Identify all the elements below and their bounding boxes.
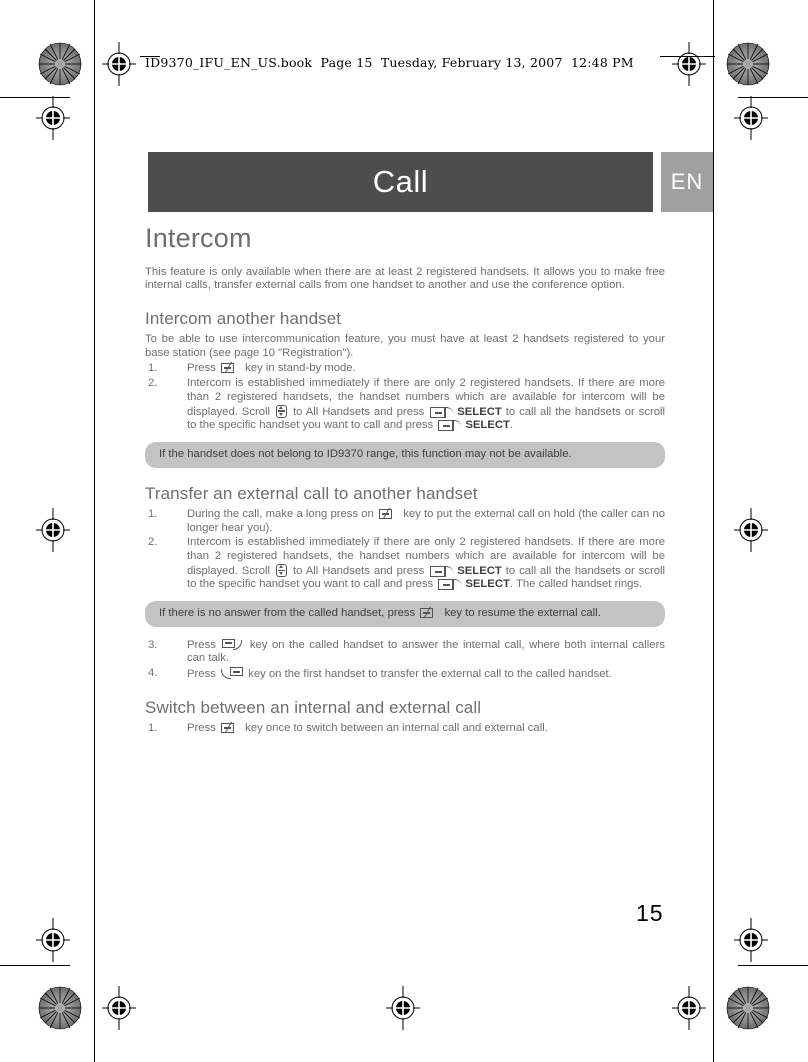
step-number: 4.: [148, 667, 158, 680]
page-number: 15: [636, 900, 664, 926]
step-number: 2.: [148, 377, 158, 390]
chapter-title-bar: Call: [148, 152, 653, 212]
list-item: 1. Press key in stand-by mode.: [145, 362, 665, 376]
sub1-step-list: 1. Press key in stand-by mode. 2. Intercom…: [145, 362, 665, 433]
talk-key-icon: [221, 721, 240, 734]
softkey-icon: [430, 406, 455, 418]
step-number: 1.: [148, 362, 158, 375]
softkey-label: SELECT: [457, 405, 502, 418]
talk-key-icon: [221, 362, 240, 375]
crop-rule-header-right: [660, 56, 715, 57]
step-number: 1.: [148, 722, 158, 735]
list-item: 1. During the call, make a long press on …: [145, 507, 665, 535]
talk-key-icon: [379, 507, 398, 520]
list-item: 4. Press key on the first handset to tran…: [145, 667, 665, 682]
transfer-key-icon: [221, 667, 244, 680]
sub2-step-list-continued: 3. Press key on the called handset to ans…: [145, 638, 665, 682]
step-text-a: Press: [187, 638, 216, 651]
scroll-key-icon: [276, 563, 288, 577]
sub2-step-list: 1. During the call, make a long press on …: [145, 507, 665, 592]
crop-rule-left-lower: [0, 965, 70, 966]
softkey-icon: [430, 565, 455, 577]
subsection-heading-switch-calls: Switch between an internal and external …: [145, 697, 482, 717]
note-text-b: key to resume the external call.: [444, 607, 601, 620]
crosshair-target-bottom-center: [386, 986, 420, 1030]
step-text-b: key on the first handset to transfer the…: [248, 668, 612, 681]
softkey-label: SELECT: [465, 419, 510, 432]
sub1-intro-paragraph: To be able to use intercommunication fea…: [145, 333, 665, 359]
section-intro-paragraph: This feature is only available when ther…: [145, 265, 665, 292]
list-item: 2. Intercom is established immediately if…: [145, 536, 665, 592]
note-callout-handset-range: If the handset does not belong to ID9370…: [145, 441, 665, 468]
crosshair-target-bottom-right: [672, 986, 706, 1030]
step-number: 1.: [148, 507, 158, 520]
print-header-line: ID9370_IFU_EN_US.book Page 15 Tuesday, F…: [145, 55, 634, 70]
answer-key-icon: [222, 638, 243, 651]
sub3-step-list: 1. Press key once to switch between an in…: [145, 721, 665, 736]
step-text-d: .: [509, 419, 514, 432]
rosette-target-bottom-right: [726, 986, 770, 1030]
crop-rule-right-lower: [738, 965, 808, 966]
rosette-target-top-right: [726, 42, 770, 86]
crosshair-target-top-right: [672, 42, 706, 86]
crosshair-target-left-middle: [36, 508, 70, 552]
note-callout-no-answer: If there is no answer from the called ha…: [145, 601, 665, 627]
talk-key-icon: [420, 606, 439, 619]
page-content: Intercom This feature is only available …: [145, 223, 665, 737]
rosette-target-top-left: [38, 42, 82, 86]
crosshair-target-top-left: [102, 42, 136, 86]
subsection-heading-transfer-external-call: Transfer an external call to another han…: [145, 483, 478, 503]
crop-rule-left-upper: [0, 97, 70, 98]
step-text-b: key on the called handset to answer the …: [187, 638, 665, 665]
step-text-a: Press: [187, 722, 216, 735]
note-text-a: If there is no answer from the called ha…: [159, 607, 416, 620]
step-number: 3.: [148, 638, 158, 651]
step-text-a: Press: [187, 362, 216, 375]
crop-rule-right-vertical: [713, 0, 714, 1062]
scroll-key-icon: [276, 404, 288, 418]
step-text-b: to All Handsets and press: [292, 405, 425, 418]
crosshair-target-left-lower: [36, 918, 70, 962]
step-text-b: to All Handsets and press: [292, 564, 425, 577]
softkey-icon: [438, 579, 463, 591]
crop-rule-left-vertical: [94, 0, 95, 1062]
crosshair-target-right-upper: [734, 96, 768, 140]
list-item: 3. Press key on the called handset to ans…: [145, 638, 665, 666]
list-item: 1. Press key once to switch between an in…: [145, 721, 665, 736]
step-text-a: Press: [187, 668, 216, 681]
crosshair-target-right-middle: [734, 508, 768, 552]
crosshair-target-right-lower: [734, 918, 768, 962]
step-text-b: key once to switch between an internal c…: [245, 722, 548, 735]
step-number: 2.: [148, 536, 158, 549]
step-text-d: . The called handset rings.: [509, 578, 643, 591]
softkey-label: SELECT: [465, 578, 510, 591]
language-tab-label: EN: [670, 169, 704, 194]
language-tab: EN: [661, 152, 713, 212]
step-text-b: key in stand-by mode.: [245, 362, 356, 375]
rosette-target-bottom-left: [38, 986, 82, 1030]
crosshair-target-bottom-left: [102, 986, 136, 1030]
softkey-label: SELECT: [457, 564, 502, 577]
subsection-heading-intercom-another-handset: Intercom another handset: [145, 308, 342, 328]
softkey-icon: [438, 420, 463, 432]
step-text-a: During the call, make a long press on: [187, 507, 374, 520]
section-heading-intercom: Intercom: [145, 223, 252, 253]
list-item: 2. Intercom is established immediately if…: [145, 377, 665, 433]
crosshair-target-left-upper: [36, 96, 70, 140]
chapter-title: Call: [372, 164, 429, 199]
crop-rule-right-upper: [738, 97, 808, 98]
